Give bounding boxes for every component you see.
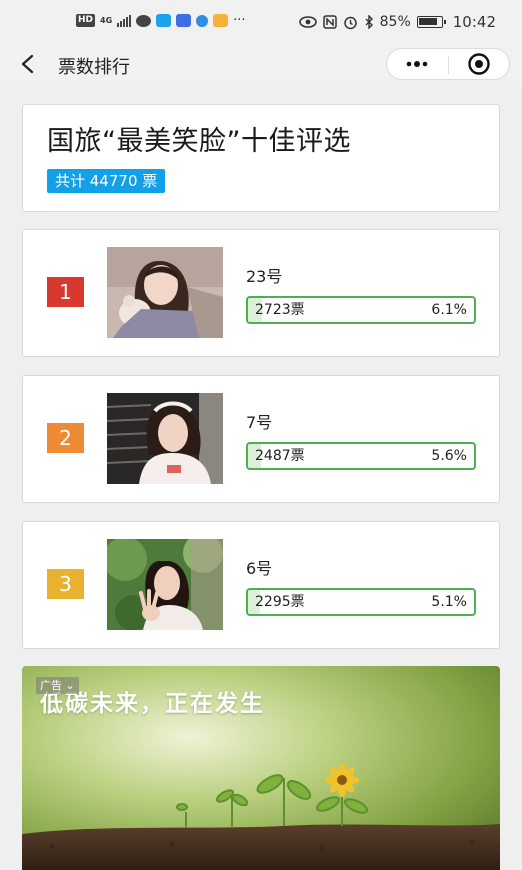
game-notification-icon: [213, 14, 229, 27]
vote-count: 2487票: [255, 448, 305, 464]
total-votes-badge: 共计 44770 票: [47, 169, 166, 193]
contestant-name: 6号: [246, 559, 273, 578]
back-button[interactable]: [18, 52, 40, 76]
hd-icon: HD: [76, 14, 96, 27]
miniprogram-capsule: [386, 48, 510, 80]
target-close-icon: [468, 53, 490, 75]
chevron-left-icon: [21, 54, 34, 74]
contestant-photo-image: [107, 539, 223, 630]
close-miniprogram-button[interactable]: [449, 49, 509, 79]
more-notifications: ···: [233, 13, 246, 28]
vote-count: 2295票: [255, 594, 305, 610]
battery-percent: 85%: [379, 14, 411, 30]
vote-bar: 2487票 5.6%: [246, 442, 476, 470]
more-button[interactable]: [387, 49, 447, 79]
contestant-photo[interactable]: [107, 539, 223, 630]
bluetooth-icon: [365, 15, 373, 29]
vote-bar: 2295票 5.1%: [246, 588, 476, 616]
vote-bar: 2723票 6.1%: [246, 296, 476, 324]
vote-percent: 5.6%: [431, 448, 467, 464]
vote-percent: 6.1%: [431, 302, 467, 318]
contestant-name: 23号: [246, 267, 283, 286]
nfc-icon: [322, 15, 337, 29]
status-left: HD 4G ···: [76, 13, 246, 28]
status-right: 85% 10:42: [298, 13, 496, 31]
contestant-photo-image: [107, 247, 223, 338]
status-bar: HD 4G ··· 85% 10:42: [0, 0, 522, 44]
ranking-item[interactable]: 2 7号 2487票 5.6%: [22, 375, 500, 503]
more-dots-icon: [406, 61, 428, 67]
app-notification-icon: [156, 14, 172, 27]
rank-badge: 3: [47, 569, 84, 599]
clock: 10:42: [452, 13, 496, 31]
contestant-photo-image: [107, 393, 223, 484]
vote-percent: 5.1%: [431, 594, 467, 610]
page-title: 票数排行: [58, 57, 130, 78]
ranking-item[interactable]: 3 6号 2295票 5.1%: [22, 521, 500, 649]
ranking-item[interactable]: 1 23号 2723票 6.1%: [22, 229, 500, 357]
network-type: 4G: [100, 15, 113, 25]
battery-icon: [416, 16, 446, 28]
alarm-icon: [343, 16, 357, 29]
nav-bar: 票数排行: [0, 44, 522, 86]
browser-notification-icon: [176, 14, 192, 27]
eye-icon: [298, 16, 317, 28]
chat-icon: [136, 14, 152, 27]
contestant-photo[interactable]: [107, 247, 223, 338]
rank-badge: 1: [47, 277, 84, 307]
contestant-name: 7号: [246, 413, 273, 432]
ad-label[interactable]: 广告 ⌄: [36, 677, 79, 694]
message-notification-icon: [196, 14, 209, 27]
contest-header-card: 国旅“最美笑脸”十佳评选 共计 44770 票: [22, 104, 500, 212]
contest-title: 国旅“最美笑脸”十佳评选: [47, 126, 351, 157]
ad-banner[interactable]: 低碳未来，正在发生 广告 ⌄: [22, 666, 500, 870]
vote-count: 2723票: [255, 302, 305, 318]
contestant-photo[interactable]: [107, 393, 223, 484]
signal-icon: [117, 14, 132, 27]
rank-badge: 2: [47, 423, 84, 453]
